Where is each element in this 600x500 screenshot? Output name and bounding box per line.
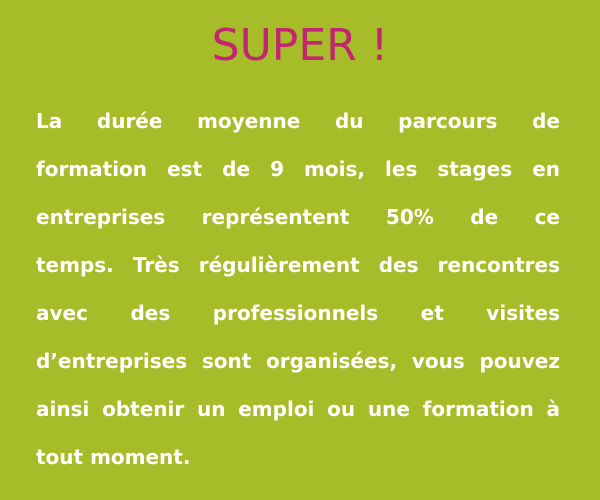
message-line-3: entreprises représentent 50% de ce [36, 205, 560, 229]
message-line-5: avec des professionnels et visites [36, 301, 560, 325]
message-card: SUPER ! La durée moyenne du parcours de … [0, 0, 600, 500]
page-title: SUPER ! [211, 20, 389, 71]
message-line-7: ainsi obtenir un emploi ou une formation… [36, 397, 560, 421]
message-line-2: formation est de 9 mois, les stages en [36, 157, 560, 181]
message-body: La durée moyenne du parcours de formatio… [36, 97, 560, 481]
message-line-8: tout moment. [36, 445, 191, 469]
message-line-6: d’entreprises sont organisées, vous pouv… [36, 349, 560, 373]
message-line-1: La durée moyenne du parcours de [36, 109, 560, 133]
message-line-4: temps. Très régulièrement des rencontres [36, 253, 560, 277]
